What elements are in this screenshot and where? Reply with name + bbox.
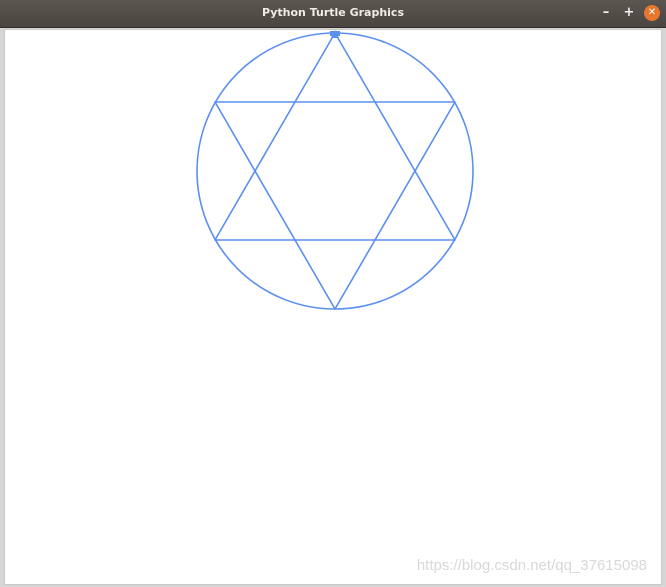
turtle-window: Python Turtle Graphics – + ✕ https://blo…: [0, 0, 666, 587]
minimize-button[interactable]: –: [598, 5, 614, 21]
upward-triangle: [214, 32, 456, 241]
title-bar[interactable]: Python Turtle Graphics – + ✕: [0, 0, 666, 28]
drawing-surface: [196, 30, 474, 310]
turtle-canvas[interactable]: https://blog.csdn.net/qq_37615098: [4, 29, 662, 585]
watermark-text: https://blog.csdn.net/qq_37615098: [416, 557, 647, 574]
turtle-cursor-icon: [330, 30, 340, 38]
maximize-button[interactable]: +: [621, 5, 637, 21]
downward-triangle: [214, 101, 456, 310]
close-button[interactable]: ✕: [644, 5, 660, 21]
window-title: Python Turtle Graphics: [261, 6, 405, 19]
circle-shape: [196, 32, 474, 310]
